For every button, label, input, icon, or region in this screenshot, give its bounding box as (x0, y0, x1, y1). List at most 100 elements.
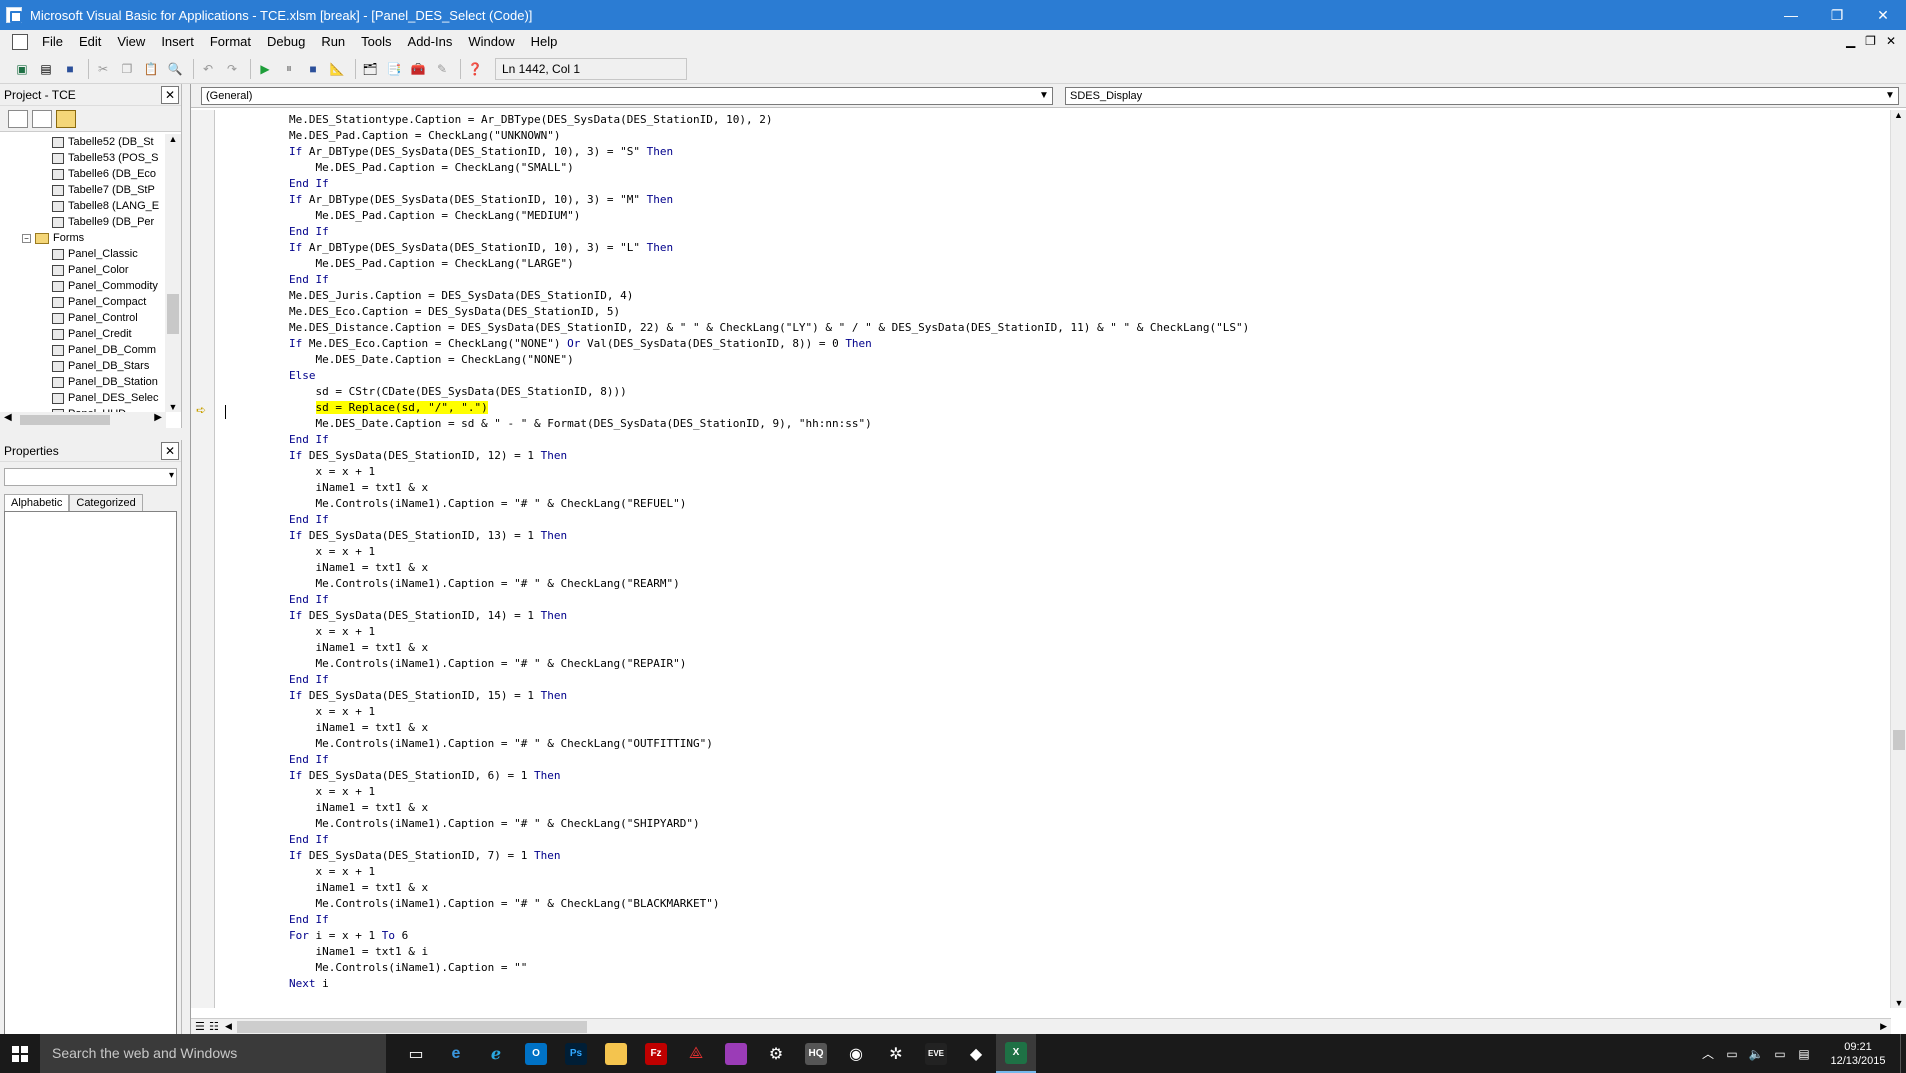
app-gear-icon[interactable]: ✲ (876, 1034, 916, 1073)
help-icon[interactable]: ❓ (465, 59, 485, 79)
menu-view[interactable]: View (109, 30, 153, 54)
tree-item[interactable]: Panel_Commodity (0, 278, 166, 294)
eve-icon[interactable]: EVE (916, 1034, 956, 1073)
code-line[interactable]: iName1 = txt1 & x (289, 480, 1249, 496)
menu-edit[interactable]: Edit (71, 30, 109, 54)
steam-icon[interactable]: ⚙ (756, 1034, 796, 1073)
undo-icon[interactable]: ↶ (198, 59, 218, 79)
scrollbar-thumb[interactable] (1893, 730, 1905, 750)
tree-item[interactable]: Panel_Compact (0, 294, 166, 310)
code-line[interactable]: Me.DES_Pad.Caption = CheckLang("LARGE") (289, 256, 1249, 272)
code-line[interactable]: Me.DES_Date.Caption = CheckLang("NONE") (289, 352, 1249, 368)
code-line[interactable]: iName1 = txt1 & x (289, 880, 1249, 896)
menu-debug[interactable]: Debug (259, 30, 313, 54)
code-line[interactable]: Me.Controls(iName1).Caption = "# " & Che… (289, 816, 1249, 832)
code-line[interactable]: If DES_SysData(DES_StationID, 15) = 1 Th… (289, 688, 1249, 704)
code-line[interactable]: iName1 = txt1 & x (289, 640, 1249, 656)
code-line[interactable]: If DES_SysData(DES_StationID, 13) = 1 Th… (289, 528, 1249, 544)
chevron-up-icon[interactable]: ︿ (1696, 1045, 1720, 1062)
code-line[interactable]: x = x + 1 (289, 544, 1249, 560)
find-icon[interactable]: 🔍 (165, 59, 185, 79)
code-line[interactable]: Me.DES_Distance.Caption = DES_SysData(DE… (289, 320, 1249, 336)
code-line[interactable]: Me.Controls(iName1).Caption = "# " & Che… (289, 896, 1249, 912)
code-line[interactable]: Me.DES_Eco.Caption = DES_SysData(DES_Sta… (289, 304, 1249, 320)
tree-item[interactable]: Panel_Credit (0, 326, 166, 342)
code-line[interactable]: If DES_SysData(DES_StationID, 7) = 1 The… (289, 848, 1249, 864)
code-line[interactable]: End If (289, 224, 1249, 240)
scrollbar-thumb[interactable] (167, 294, 179, 334)
code-line[interactable]: Me.DES_Pad.Caption = CheckLang("SMALL") (289, 160, 1249, 176)
code-line[interactable]: Else (289, 368, 1249, 384)
filezilla-icon[interactable]: Fz (636, 1034, 676, 1073)
tree-item[interactable]: Panel_Control (0, 310, 166, 326)
close-icon[interactable]: ✕ (161, 441, 179, 460)
scroll-right-icon[interactable]: ▶ (1880, 1021, 1887, 1032)
internet-explorer-icon[interactable]: ℯ (476, 1034, 516, 1073)
code-line[interactable]: If Ar_DBType(DES_SysData(DES_StationID, … (289, 144, 1249, 160)
save-icon[interactable]: ■ (60, 59, 80, 79)
code-line[interactable]: End If (289, 672, 1249, 688)
volume-icon[interactable]: 🔈 (1744, 1047, 1768, 1061)
code-editor[interactable]: ➪ Me.DES_Stationtype.Caption = Ar_DBType… (191, 110, 1891, 1008)
insert-userform-icon[interactable]: ▤ (36, 59, 56, 79)
view-object-button[interactable] (32, 109, 52, 128)
project-tree-hscroll[interactable]: ◀ ▶ (0, 412, 166, 428)
copy-icon[interactable]: ❐ (117, 59, 137, 79)
mdi-restore-button[interactable]: ❐ (1865, 34, 1876, 48)
code-hscroll[interactable]: ☰ ☷ ◀ ▶ (191, 1018, 1891, 1034)
code-line[interactable]: Me.Controls(iName1).Caption = "# " & Che… (289, 576, 1249, 592)
code-line[interactable]: x = x + 1 (289, 704, 1249, 720)
task-view-icon[interactable]: ▭ (396, 1034, 436, 1073)
code-line[interactable]: End If (289, 832, 1249, 848)
clock[interactable]: 09:21 12/13/2015 (1816, 1040, 1900, 1068)
project-tree-vscroll[interactable]: ▲ ▼ (165, 134, 181, 412)
object-browser-icon[interactable]: 🧰 (408, 59, 428, 79)
menu-window[interactable]: Window (460, 30, 522, 54)
edge-icon[interactable]: e (436, 1034, 476, 1073)
properties-window-icon[interactable]: 📑 (384, 59, 404, 79)
code-line[interactable]: sd = Replace(sd, "/", ".") (289, 400, 1249, 416)
scroll-down-icon[interactable]: ▼ (1891, 998, 1906, 1008)
code-lines[interactable]: Me.DES_Stationtype.Caption = Ar_DBType(D… (289, 112, 1249, 992)
scroll-up-icon[interactable]: ▲ (165, 134, 181, 144)
code-line[interactable]: Me.Controls(iName1).Caption = "# " & Che… (289, 496, 1249, 512)
toolbox-icon[interactable]: ✎ (432, 59, 452, 79)
vba-app-icon[interactable] (6, 7, 22, 23)
code-line[interactable]: x = x + 1 (289, 784, 1249, 800)
mdi-close-button[interactable]: ✕ (1886, 34, 1896, 48)
tree-item[interactable]: Tabelle6 (DB_Eco (0, 166, 166, 182)
battery-icon[interactable]: ▭ (1768, 1047, 1792, 1061)
full-module-view-icon[interactable]: ☷ (209, 1020, 219, 1033)
reset-icon[interactable]: ■ (303, 59, 323, 79)
code-line[interactable]: x = x + 1 (289, 624, 1249, 640)
close-icon[interactable]: ✕ (161, 85, 179, 104)
notification-icon[interactable]: ▤ (1792, 1047, 1816, 1061)
procedure-combo[interactable]: SDES_Display ▼ (1065, 86, 1899, 105)
menu-file[interactable]: File (34, 30, 71, 54)
show-desktop-button[interactable] (1900, 1034, 1906, 1073)
code-line[interactable]: If Ar_DBType(DES_SysData(DES_StationID, … (289, 192, 1249, 208)
menu-add-ins[interactable]: Add-Ins (400, 30, 461, 54)
tree-item[interactable]: Tabelle9 (DB_Per (0, 214, 166, 230)
code-line[interactable]: If DES_SysData(DES_StationID, 14) = 1 Th… (289, 608, 1249, 624)
code-line[interactable]: End If (289, 912, 1249, 928)
code-line[interactable]: Me.Controls(iName1).Caption = "# " & Che… (289, 736, 1249, 752)
app-circle-icon[interactable]: ◉ (836, 1034, 876, 1073)
scroll-left-icon[interactable]: ◀ (4, 412, 12, 423)
tab-categorized[interactable]: Categorized (69, 494, 143, 511)
menu-insert[interactable]: Insert (153, 30, 202, 54)
tree-item[interactable]: − Forms (0, 230, 166, 246)
properties-list[interactable] (4, 511, 177, 1035)
code-line[interactable]: x = x + 1 (289, 464, 1249, 480)
chevron-down-icon[interactable]: ▼ (1882, 88, 1898, 104)
design-mode-icon[interactable]: 📐 (327, 59, 347, 79)
tree-item[interactable]: Tabelle53 (POS_S (0, 150, 166, 166)
code-line[interactable]: x = x + 1 (289, 864, 1249, 880)
code-line[interactable]: Me.Controls(iName1).Caption = "" (289, 960, 1249, 976)
scrollbar-thumb[interactable] (237, 1021, 587, 1033)
code-line[interactable]: End If (289, 752, 1249, 768)
scroll-down-icon[interactable]: ▼ (165, 402, 181, 412)
tree-item[interactable]: Panel_DB_Stars (0, 358, 166, 374)
hq-app-icon[interactable]: HQ (796, 1034, 836, 1073)
code-line[interactable]: iName1 = txt1 & x (289, 720, 1249, 736)
